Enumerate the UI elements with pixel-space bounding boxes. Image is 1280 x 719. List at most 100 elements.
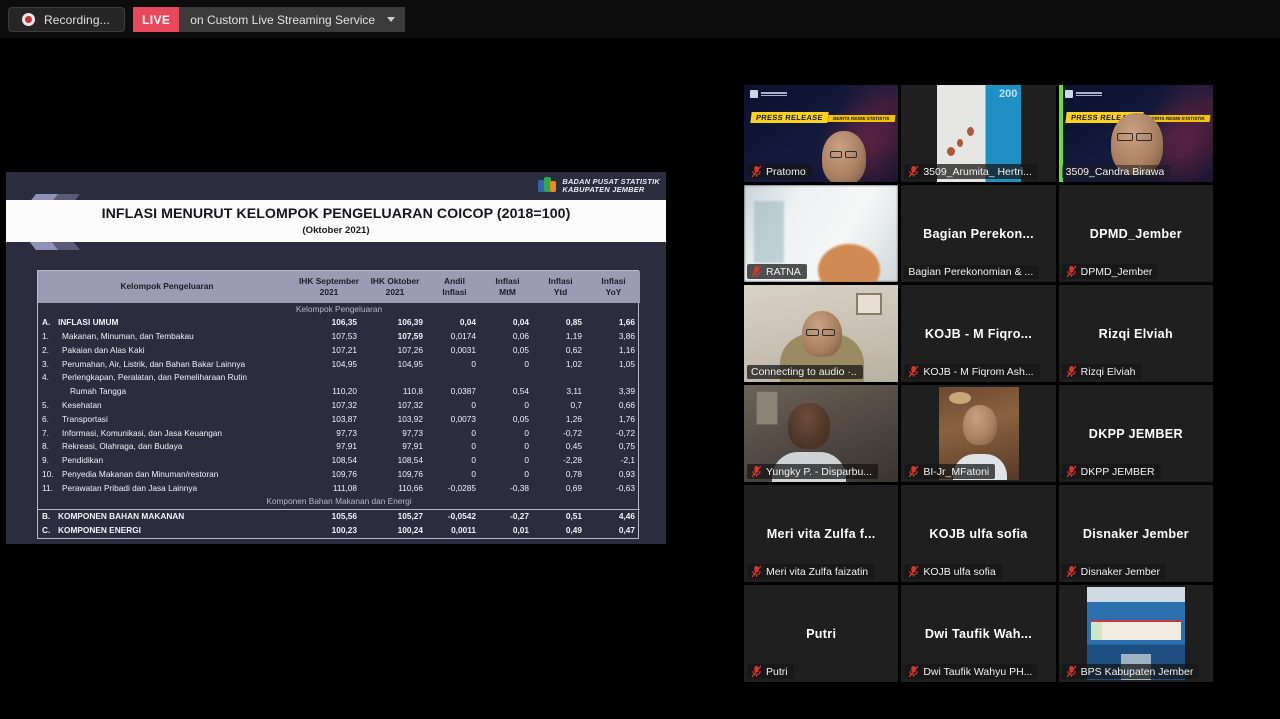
table-cell: 104,95: [296, 358, 362, 372]
participant-name-bar: KOJB - M Fiqrom Ash...: [904, 364, 1039, 379]
table-cell: 97,73: [362, 427, 428, 441]
bps-org-line2: KABUPATEN JEMBER: [562, 186, 660, 194]
participant-name-label: Bagian Perekonomian & ...: [908, 266, 1033, 278]
table-cell: 100,23: [296, 524, 362, 538]
table-cell: 106,39: [362, 316, 428, 330]
microphone-muted-icon: [1066, 665, 1077, 678]
table-row-label: 10.Penyedia Makanan dan Minuman/restoran: [38, 468, 296, 482]
table-row-label: 3.Perumahan, Air, Listrik, dan Bahan Bak…: [38, 358, 296, 372]
table-cell: 0,66: [587, 399, 640, 413]
table-row: C.KOMPONEN ENERGI100,23100,240,00110,010…: [38, 524, 640, 538]
glasses-shape: [830, 151, 842, 158]
participant-name-label: BI-Jr_MFatoni: [923, 466, 989, 478]
microphone-muted-icon: [751, 565, 762, 578]
live-service-button[interactable]: on Custom Live Streaming Service: [179, 7, 405, 32]
table-cell: 1,76: [587, 413, 640, 427]
participant-tile[interactable]: PRESS RELEASEBERITA RESMI STATISTIK Prat…: [744, 85, 898, 182]
participant-tile[interactable]: BPS Kabupaten Jember: [1059, 585, 1213, 682]
participant-display-name: KOJB ulfa sofia: [901, 527, 1055, 541]
bps-mark-icon: [538, 177, 557, 194]
bps-logo: BADAN PUSAT STATISTIK KABUPATEN JEMBER: [538, 177, 660, 194]
participant-name-label: KOJB ulfa sofia: [923, 566, 995, 578]
table-cell: 1,19: [534, 330, 587, 344]
table-row: 7.Informasi, Komunikasi, dan Jasa Keuang…: [38, 427, 640, 441]
participant-display-name: Dwi Taufik Wah...: [901, 627, 1055, 641]
participant-tile[interactable]: Connecting to audio ·..: [744, 285, 898, 382]
table-cell: 0,04: [481, 316, 534, 330]
participant-name-bar: Meri vita Zulfa faizatin: [747, 564, 874, 579]
table-cell: 110,8: [362, 385, 428, 399]
table-cell: [296, 371, 362, 385]
table-cell: 107,21: [296, 344, 362, 358]
shared-screen-slide[interactable]: BADAN PUSAT STATISTIK KABUPATEN JEMBER I…: [6, 172, 666, 544]
participant-tile[interactable]: PRESS RELEASEBERITA RESMI STATISTIK 3509…: [1059, 85, 1213, 182]
table-row: A.INFLASI UMUM106,35106,390,040,040,851,…: [38, 316, 640, 330]
participant-display-name: Rizqi Elviah: [1059, 327, 1213, 341]
table-row-label: 2.Pakaian dan Alas Kaki: [38, 344, 296, 358]
table-cell: 0,45: [534, 440, 587, 454]
live-service-label: on Custom Live Streaming Service: [190, 13, 375, 27]
participant-tile[interactable]: KOJB ulfa sofia KOJB ulfa sofia: [901, 485, 1055, 582]
microphone-muted-icon: [1066, 465, 1077, 478]
table-cell: 0,93: [587, 468, 640, 482]
participant-name-bar: BPS Kabupaten Jember: [1062, 664, 1200, 679]
inflation-table: Kelompok Pengeluaran IHK September 2021 …: [38, 271, 640, 538]
table-cell: -0,72: [534, 427, 587, 441]
participant-tile[interactable]: Disnaker Jember Disnaker Jember: [1059, 485, 1213, 582]
table-cell: 0,0387: [428, 385, 481, 399]
participant-tile[interactable]: Yungky P. - Disparbu...: [744, 385, 898, 482]
gallery-row: PRESS RELEASEBERITA RESMI STATISTIK Prat…: [744, 85, 1213, 182]
table-cell: 0,51: [534, 510, 587, 524]
microphone-muted-icon: [751, 165, 762, 178]
table-cell: 110,20: [296, 385, 362, 399]
table-row: B.KOMPONEN BAHAN MAKANAN105,56105,27-0,0…: [38, 510, 640, 524]
participant-name-bar: Dwi Taufik Wahyu PH...: [904, 664, 1038, 679]
participant-tile[interactable]: Meri vita Zulfa f... Meri vita Zulfa fai…: [744, 485, 898, 582]
participant-tile[interactable]: BI-Jr_MFatoni: [901, 385, 1055, 482]
gallery-row: RATNA Bagian Perekon... Bagian Perekonom…: [744, 185, 1213, 282]
microphone-muted-icon: [1066, 365, 1077, 378]
participant-tile[interactable]: Dwi Taufik Wah... Dwi Taufik Wahyu PH...: [901, 585, 1055, 682]
table-cell: 0,0174: [428, 330, 481, 344]
participant-tile[interactable]: Putri Putri: [744, 585, 898, 682]
table-cell: 0,0031: [428, 344, 481, 358]
participant-tile[interactable]: Bagian Perekon... Bagian Perekonomian & …: [901, 185, 1055, 282]
participant-tile[interactable]: KOJB - M Fiqro... KOJB - M Fiqrom Ash...: [901, 285, 1055, 382]
participant-display-name: DPMD_Jember: [1059, 227, 1213, 241]
table-cell: 0: [428, 440, 481, 454]
table-cell: [534, 371, 587, 385]
participant-name-label: Putri: [766, 666, 788, 678]
chevron-down-icon[interactable]: [387, 17, 395, 22]
table-body: Kelompok PengeluaranA.INFLASI UMUM106,35…: [38, 303, 640, 538]
participant-tile[interactable]: DPMD_Jember DPMD_Jember: [1059, 185, 1213, 282]
table-row-label: 8.Rekreasi, Olahraga, dan Budaya: [38, 440, 296, 454]
table-cell: -0,0285: [428, 482, 481, 496]
table-cell: 0,85: [534, 316, 587, 330]
table-cell: 100,24: [362, 524, 428, 538]
live-stream-status[interactable]: LIVE on Custom Live Streaming Service: [133, 7, 405, 32]
table-cell: 106,35: [296, 316, 362, 330]
table-cell: 0: [481, 454, 534, 468]
participant-tile[interactable]: DKPP JEMBER DKPP JEMBER: [1059, 385, 1213, 482]
table-row: 5.Kesehatan107,32107,32000,70,66: [38, 399, 640, 413]
participant-tile[interactable]: Rizqi Elviah Rizqi Elviah: [1059, 285, 1213, 382]
table-cell: 0,75: [587, 440, 640, 454]
recording-label: Recording...: [44, 13, 110, 27]
slide-title: INFLASI MENURUT KELOMPOK PENGELUARAN COI…: [102, 206, 571, 222]
table-cell: 0,78: [534, 468, 587, 482]
table-cell: 103,92: [362, 413, 428, 427]
participant-display-name: Bagian Perekon...: [901, 227, 1055, 241]
table-cell: 0: [428, 427, 481, 441]
table-header-row: Kelompok Pengeluaran IHK September 2021 …: [38, 271, 640, 303]
table-cell: 97,73: [296, 427, 362, 441]
table-row: 2.Pakaian dan Alas Kaki107,21107,260,003…: [38, 344, 640, 358]
glasses-shape: [845, 151, 857, 158]
table-head: Kelompok Pengeluaran IHK September 2021 …: [38, 271, 640, 303]
table-row-label: 9.Pendidikan: [38, 454, 296, 468]
table-row: 3.Perumahan, Air, Listrik, dan Bahan Bak…: [38, 358, 640, 372]
recording-indicator-button[interactable]: Recording...: [8, 7, 125, 32]
table-cell: 97,91: [362, 440, 428, 454]
participant-tile[interactable]: 200 3509_Arumita_ Hertri...: [901, 85, 1055, 182]
table-cell: 0,04: [428, 316, 481, 330]
participant-tile[interactable]: RATNA: [744, 185, 898, 282]
